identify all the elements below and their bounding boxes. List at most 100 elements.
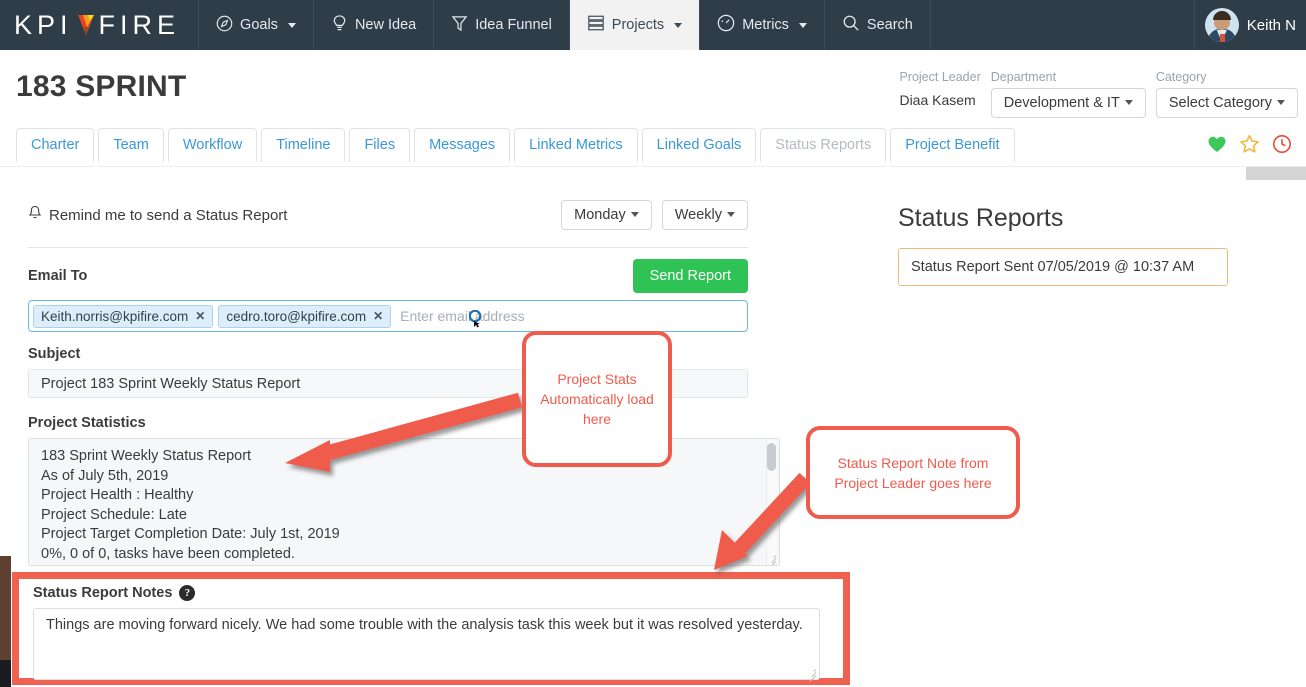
notes-label: Status Report Notes	[33, 585, 173, 601]
avatar	[1204, 8, 1239, 42]
chevron-down-icon	[630, 212, 639, 217]
frequency-dropdown-value: Weekly	[674, 207, 722, 223]
tab-timeline[interactable]: Timeline	[261, 128, 346, 162]
nav-item-idea-funnel[interactable]: Idea Funnel	[434, 0, 570, 50]
tab-linked-goals[interactable]: Linked Goals	[641, 128, 757, 162]
stat-line: 0%, 0 of 0, tasks have been completed.	[41, 545, 295, 562]
question-mark-icon[interactable]: ?	[179, 585, 196, 601]
close-icon[interactable]: ✕	[195, 309, 205, 323]
email-chip-label: Keith.norris@kpifire.com	[41, 308, 189, 324]
status-report-notes-highlight: Status Report Notes ? Things are moving …	[12, 572, 850, 685]
notes-value: Things are moving forward nicely. We had…	[46, 617, 803, 633]
status-report-notes-title: Status Report Notes ?	[33, 585, 833, 601]
email-chip-label: cedro.toro@kpifire.com	[226, 308, 367, 324]
day-dropdown[interactable]: Monday	[561, 200, 652, 230]
nav-label-new-idea: New Idea	[354, 17, 417, 33]
subject-value: Project 183 Sprint Weekly Status Report	[41, 375, 301, 392]
star-icon[interactable]	[1239, 134, 1260, 159]
nav-item-goals[interactable]: Goals	[199, 0, 314, 50]
email-recipients-input[interactable]: Keith.norris@kpifire.com ✕ cedro.toro@kp…	[28, 300, 748, 332]
user-menu[interactable]: Keith N	[1195, 0, 1306, 50]
category-label: Category	[1155, 70, 1207, 84]
section-divider	[28, 247, 748, 248]
category-select[interactable]: Select Category	[1155, 88, 1298, 118]
stat-line: Project Target Completion Date: July 1st…	[41, 526, 340, 542]
annotation-callout-project-stats: Project Stats Automatically load here	[522, 331, 672, 467]
logo-text-left: KPI	[14, 9, 73, 40]
email-chip[interactable]: Keith.norris@kpifire.com ✕	[33, 304, 214, 328]
department-field: Department Development & IT	[990, 70, 1146, 118]
clock-icon[interactable]	[1272, 134, 1292, 159]
scrollbar-thumb[interactable]	[767, 443, 776, 471]
cut-off-widget	[1246, 166, 1306, 180]
app-logo[interactable]: KPI FIRE	[0, 0, 200, 50]
chevron-down-icon	[1124, 100, 1133, 105]
stat-line: As of July 5th, 2019	[41, 467, 169, 484]
reminder-label-group: Remind me to send a Status Report	[28, 205, 287, 225]
tabs-divider	[0, 166, 1306, 167]
tab-project-benefit[interactable]: Project Benefit	[890, 128, 1015, 162]
email-chip[interactable]: cedro.toro@kpifire.com ✕	[218, 304, 392, 328]
status-report-list-item[interactable]: Status Report Sent 07/05/2019 @ 10:37 AM	[898, 248, 1228, 286]
nav-spacer	[931, 0, 1195, 50]
send-report-button[interactable]: Send Report	[632, 259, 748, 293]
flame-logo-icon	[75, 11, 97, 39]
screen-edge-artifact-dark	[0, 660, 11, 687]
nav-item-search[interactable]: Search	[825, 0, 931, 50]
stat-line: Project Health : Healthy	[41, 487, 194, 503]
reminder-controls: Monday Weekly	[561, 200, 748, 230]
chevron-down-icon	[727, 212, 735, 217]
close-icon[interactable]: ✕	[373, 309, 383, 323]
project-leader-field: Project Leader Diaa Kasem	[899, 70, 980, 108]
tab-team[interactable]: Team	[98, 128, 164, 162]
page-title: 183 SPRINT	[16, 70, 187, 103]
project-leader-value: Diaa Kasem	[899, 92, 976, 108]
gauge-icon	[717, 14, 735, 36]
tab-workflow[interactable]: Workflow	[167, 128, 258, 162]
chevron-down-icon	[798, 22, 807, 28]
email-to-row: Email To Send Report	[28, 259, 748, 293]
compass-icon	[216, 15, 233, 36]
nav-item-projects[interactable]: Projects	[569, 0, 701, 50]
frequency-dropdown[interactable]: Weekly	[661, 200, 748, 230]
reminder-row: Remind me to send a Status Report Monday…	[28, 196, 748, 234]
bell-icon	[28, 205, 42, 225]
chevron-down-icon	[674, 22, 683, 28]
annotation-text: Status Report Note from Project Leader g…	[834, 454, 992, 491]
nav-label-projects: Projects	[611, 17, 665, 33]
projects-icon	[587, 14, 605, 36]
tab-charter[interactable]: Charter	[16, 128, 95, 162]
annotation-text: Project Stats Automatically load here	[540, 371, 654, 427]
lightbulb-icon	[331, 14, 348, 37]
tab-files[interactable]: Files	[349, 128, 411, 162]
nav-label-metrics: Metrics	[742, 17, 789, 33]
project-status-icons	[1207, 134, 1292, 159]
chevron-down-icon	[1277, 100, 1285, 105]
nav-label-idea-funnel: Idea Funnel	[475, 17, 552, 33]
category-field: Category Select Category	[1155, 70, 1298, 118]
annotation-callout-status-note: Status Report Note from Project Leader g…	[806, 426, 1020, 519]
department-label: Department	[990, 70, 1057, 84]
nav-item-metrics[interactable]: Metrics	[700, 0, 825, 50]
nav-label-search: Search	[866, 17, 913, 33]
tab-linked-metrics[interactable]: Linked Metrics	[514, 128, 638, 162]
email-to-label: Email To	[28, 268, 88, 284]
tab-status-reports[interactable]: Status Reports	[760, 128, 887, 162]
mouse-cursor-icon	[468, 309, 483, 328]
top-navbar: KPI FIRE Goals New Idea Idea Funnel Proj…	[0, 0, 1306, 50]
reminder-label: Remind me to send a Status Report	[49, 206, 288, 224]
department-value: Development & IT	[1003, 95, 1120, 111]
status-report-notes-textarea[interactable]: Things are moving forward nicely. We had…	[33, 608, 820, 683]
search-icon	[842, 14, 860, 36]
heart-icon[interactable]	[1207, 135, 1227, 159]
status-reports-panel: Status Reports Status Report Sent 07/05/…	[898, 204, 1228, 286]
nav-item-new-idea[interactable]: New Idea	[314, 0, 435, 50]
resize-grip-icon[interactable]	[765, 552, 777, 565]
resize-grip-icon[interactable]	[805, 666, 817, 683]
status-reports-heading: Status Reports	[898, 204, 1064, 232]
department-select[interactable]: Development & IT	[990, 88, 1146, 118]
project-tabs: Charter Team Workflow Timeline Files Mes…	[16, 128, 1015, 162]
tab-messages[interactable]: Messages	[414, 128, 511, 162]
chevron-down-icon	[287, 22, 296, 28]
stat-line: Tasks past due.	[41, 564, 767, 565]
